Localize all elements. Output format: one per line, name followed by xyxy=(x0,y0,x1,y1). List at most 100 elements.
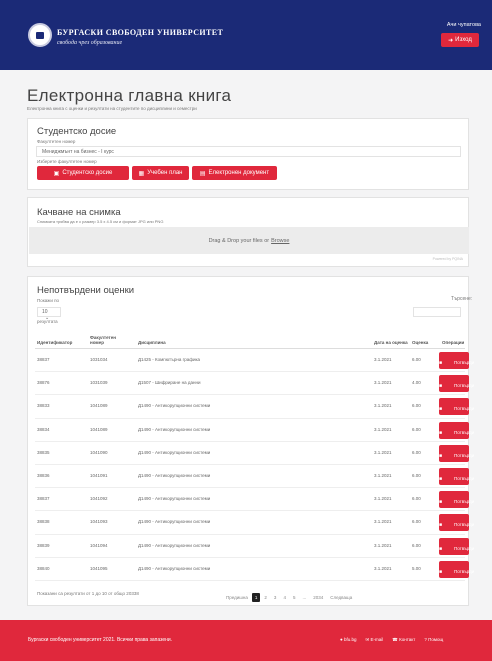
table-row: 38833 1041089 Д1490 - Антикорупционни сист… xyxy=(35,395,474,419)
confirm-grade-button[interactable]: ■ Потвърди xyxy=(439,398,474,416)
perpage-suffix: резултата xyxy=(37,319,58,324)
pager-next[interactable]: Следваща xyxy=(327,593,355,602)
pager-ellipsis: ... xyxy=(302,594,307,600)
footer-link-help[interactable]: ? Помощ xyxy=(424,637,443,643)
row-grade: 6.00 xyxy=(412,519,421,525)
row-faculty: 1041095 xyxy=(90,565,108,571)
row-faculty: 1041093 xyxy=(90,519,108,525)
confirm-grade-label: Потвърди xyxy=(454,545,475,551)
row-faculty: 1041094 xyxy=(90,542,108,548)
faculty-number-select[interactable]: Мениджмънт на бизнес - I курс xyxy=(36,146,461,157)
row-date: 3.1.2021 xyxy=(374,403,392,409)
pager-page-3[interactable]: 3 xyxy=(271,593,280,602)
footer-link-email[interactable]: ✉ E-mail xyxy=(365,637,383,643)
pager-page-last[interactable]: 2034 xyxy=(310,593,326,602)
pager-page-1[interactable]: 1 xyxy=(251,592,261,602)
row-grade: 4.00 xyxy=(412,380,421,386)
trash-icon: ■ xyxy=(439,568,443,575)
row-discipline: Д1490 - Антикорупционни системи xyxy=(138,403,211,409)
row-discipline: Д1490 - Антикорупционни системи xyxy=(138,542,211,548)
row-date: 3.1.2021 xyxy=(374,472,392,478)
confirm-grade-button[interactable]: ■ Потвърди xyxy=(439,467,474,485)
upload-note: Снимката трябва да е с размер 3.5 x 4.5 … xyxy=(37,219,164,224)
confirm-grade-label: Потвърди xyxy=(454,475,475,481)
study-plan-button[interactable]: ▦ Учебен план xyxy=(132,166,189,180)
footer-link-web[interactable]: ● bfu.bg xyxy=(340,637,356,643)
row-id: 38835 xyxy=(37,449,50,455)
study-plan-button-label: Учебен план xyxy=(147,170,183,176)
table-row: 38876 1031039 Д1507 - Шифриране на данни 3.… xyxy=(35,372,474,396)
confirm-grade-label: Потвърди xyxy=(454,406,475,412)
photo-upload-card: Качване на снимка Снимката трябва да е с… xyxy=(27,197,469,267)
row-id: 38837 xyxy=(37,496,50,502)
confirm-grade-button[interactable]: ■ Потвърди xyxy=(439,444,474,462)
row-id: 38840 xyxy=(37,565,50,571)
pager-page-5[interactable]: 5 xyxy=(290,593,299,602)
file-icon: ▤ xyxy=(199,170,206,177)
row-id: 38837 xyxy=(37,357,50,362)
browse-link[interactable]: Browse xyxy=(271,238,289,244)
student-dossier-button[interactable]: ▣ Студентско досие xyxy=(37,166,129,180)
perpage-select[interactable]: 10 ⌄ xyxy=(37,307,61,321)
footer-link-web-label: bfu.bg xyxy=(343,637,357,642)
powered-by: Powered by PQINA xyxy=(432,257,463,261)
page-title: Електронна главна книга xyxy=(27,86,232,105)
confirm-grade-label: Потвърди xyxy=(454,452,475,458)
confirm-grade-button[interactable]: ■ Потвърди xyxy=(439,375,474,393)
row-grade: 6.00 xyxy=(412,357,421,362)
confirm-grade-label: Потвърди xyxy=(454,522,475,528)
upload-title: Качване на снимка xyxy=(37,207,121,218)
row-discipline: Д1490 - Антикорупционни системи xyxy=(138,519,211,525)
col-id[interactable]: Идентификатор xyxy=(37,340,72,345)
confirm-grade-button[interactable]: ■ Потвърди xyxy=(439,491,474,509)
university-name[interactable]: БУРГАСКИ СВОБОДЕН УНИВЕРСИТЕТ xyxy=(57,28,223,37)
row-discipline: Д1490 - Антикорупционни системи xyxy=(138,565,211,571)
row-faculty: 1041089 xyxy=(90,403,108,409)
search-input[interactable] xyxy=(413,307,461,317)
row-date: 3.1.2021 xyxy=(374,449,392,455)
col-grade[interactable]: Оценка xyxy=(412,340,428,345)
col-discipline[interactable]: Дисциплина xyxy=(138,340,166,345)
row-faculty: 1041092 xyxy=(90,496,108,502)
table-row: 38834 1041089 Д1490 - Антикорупционни сист… xyxy=(35,419,474,442)
row-discipline: Д1490 - Антикорупционни системи xyxy=(138,496,211,502)
sign-out-icon: ➜ xyxy=(448,37,454,44)
trash-icon: ■ xyxy=(439,522,443,529)
row-date: 3.1.2021 xyxy=(374,565,392,571)
trash-icon: ■ xyxy=(439,475,443,482)
row-grade: 6.00 xyxy=(412,426,421,432)
row-id: 38839 xyxy=(37,542,50,548)
table-row: 38837 1031034 Д1425 - Компютърна графика 3.… xyxy=(35,349,474,373)
confirm-grade-label: Потвърди xyxy=(454,568,475,574)
university-logo[interactable] xyxy=(28,23,52,47)
col-faculty[interactable]: Факултетен номер xyxy=(90,335,130,345)
unconfirmed-grades-card: Непотвърдени оценки Покажи по 10 ⌄ резул… xyxy=(27,276,474,606)
confirm-grade-button[interactable]: ■ Потвърди xyxy=(439,421,474,439)
row-id: 38838 xyxy=(37,519,50,525)
logout-label: Изход xyxy=(455,37,472,43)
footer-link-help-label: Помощ xyxy=(428,637,444,642)
row-date: 3.1.2021 xyxy=(374,380,392,386)
confirm-grade-button[interactable]: ■ Потвърди xyxy=(439,352,474,369)
table-row: 38838 1041093 Д1490 - Антикорупционни сист… xyxy=(35,511,474,535)
pager-page-4[interactable]: 4 xyxy=(280,593,289,602)
university-motto: свобода чрез образование xyxy=(57,40,123,46)
footer-link-contact[interactable]: ☎ Контакт xyxy=(392,637,415,643)
search-label: Търсене: xyxy=(451,296,473,302)
perpage-label: Покажи по xyxy=(37,298,60,303)
table-header: Идентификатор Факултетен номер Дисциплин… xyxy=(35,329,465,349)
confirm-grade-button[interactable]: ■ Потвърди xyxy=(439,537,474,555)
pager-page-2[interactable]: 2 xyxy=(261,593,270,602)
logout-button[interactable]: ➜ Изход xyxy=(441,33,479,47)
confirm-grade-button[interactable]: ■ Потвърди xyxy=(439,560,474,578)
electronic-document-button[interactable]: ▤ Електронен документ xyxy=(192,166,277,180)
confirm-grade-button[interactable]: ■ Потвърди xyxy=(439,514,474,532)
dossier-title: Студентско досие xyxy=(37,126,117,137)
table-row: 38836 1041091 Д1490 - Антикорупционни сист… xyxy=(35,465,474,489)
table-row: 38840 1041095 Д1490 - Антикорупционни сист… xyxy=(35,558,474,581)
col-date[interactable]: Дата на оценка xyxy=(374,340,408,345)
pager-prev[interactable]: Предишна xyxy=(223,593,251,602)
file-dropzone[interactable]: Drag & Drop your files or Browse xyxy=(29,227,469,254)
faculty-number-label: Факултетен номер xyxy=(37,139,76,144)
footer-links: ● bfu.bg ✉ E-mail ☎ Контакт ? Помощ xyxy=(340,637,443,643)
